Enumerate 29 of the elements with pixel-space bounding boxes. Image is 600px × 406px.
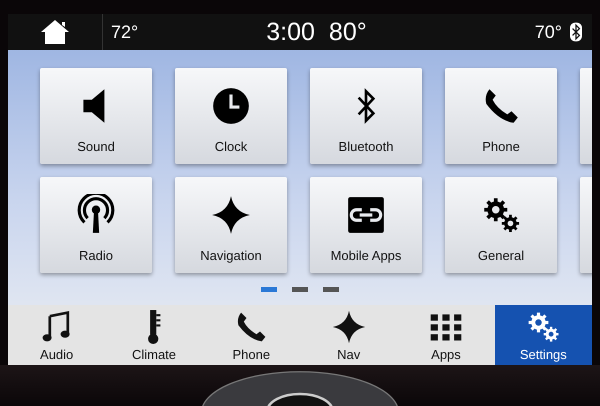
nav-tab[interactable]: Phone: [202, 305, 300, 365]
star-icon: [330, 309, 367, 345]
clock-icon: [210, 85, 252, 127]
settings-tile[interactable]: Bluetooth: [310, 68, 422, 164]
temperature: 72°: [111, 22, 138, 42]
page-indicator[interactable]: [292, 287, 308, 292]
settings-tile[interactable]: Clock: [175, 68, 287, 164]
nav-tab[interactable]: Apps: [397, 305, 495, 365]
thermometer-icon: [146, 309, 162, 345]
nav-tab[interactable]: Climate: [105, 305, 203, 365]
settings-tile[interactable]: Radio: [40, 177, 152, 273]
nav-tab[interactable]: Nav: [300, 305, 398, 365]
settings-tile[interactable]: Phone: [445, 68, 557, 164]
bluetooth-icon: [570, 22, 582, 42]
radio-antenna-icon: [75, 194, 117, 236]
temperature: 70°: [534, 22, 562, 42]
clock-time: 3:00: [266, 18, 315, 46]
page-indicator[interactable]: [261, 287, 277, 292]
settings-tile[interactable]: Mobile Apps: [310, 177, 422, 273]
link-icon: [345, 194, 387, 236]
star-icon: [210, 194, 252, 236]
settings-tile[interactable]: General: [445, 177, 557, 273]
settings-tile[interactable]: Navigation: [175, 177, 287, 273]
home-icon[interactable]: [40, 19, 70, 45]
settings-tile[interactable]: Sound: [40, 68, 152, 164]
nav-tab[interactable]: Settings: [494, 305, 592, 365]
outside-temperature: 80°: [328, 18, 367, 46]
page-indicator[interactable]: [323, 287, 339, 292]
nav-tab[interactable]: Audio: [8, 305, 106, 365]
